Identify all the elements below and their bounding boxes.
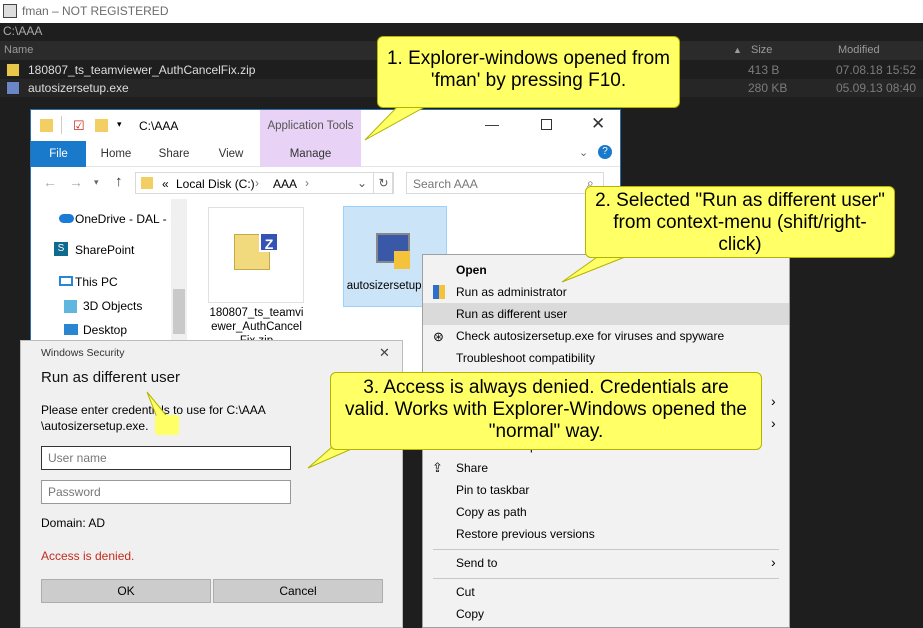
callout-2-pointer — [561, 254, 631, 283]
callout-1: 1. Explorer-windows opened from 'fman' b… — [377, 36, 680, 108]
callout-1-pointer — [364, 103, 432, 141]
callout-2: 2. Selected "Run as different user" from… — [585, 186, 895, 258]
callout-3-highlight — [155, 415, 179, 435]
callout-3: 3. Access is always denied. Credentials … — [330, 372, 762, 450]
